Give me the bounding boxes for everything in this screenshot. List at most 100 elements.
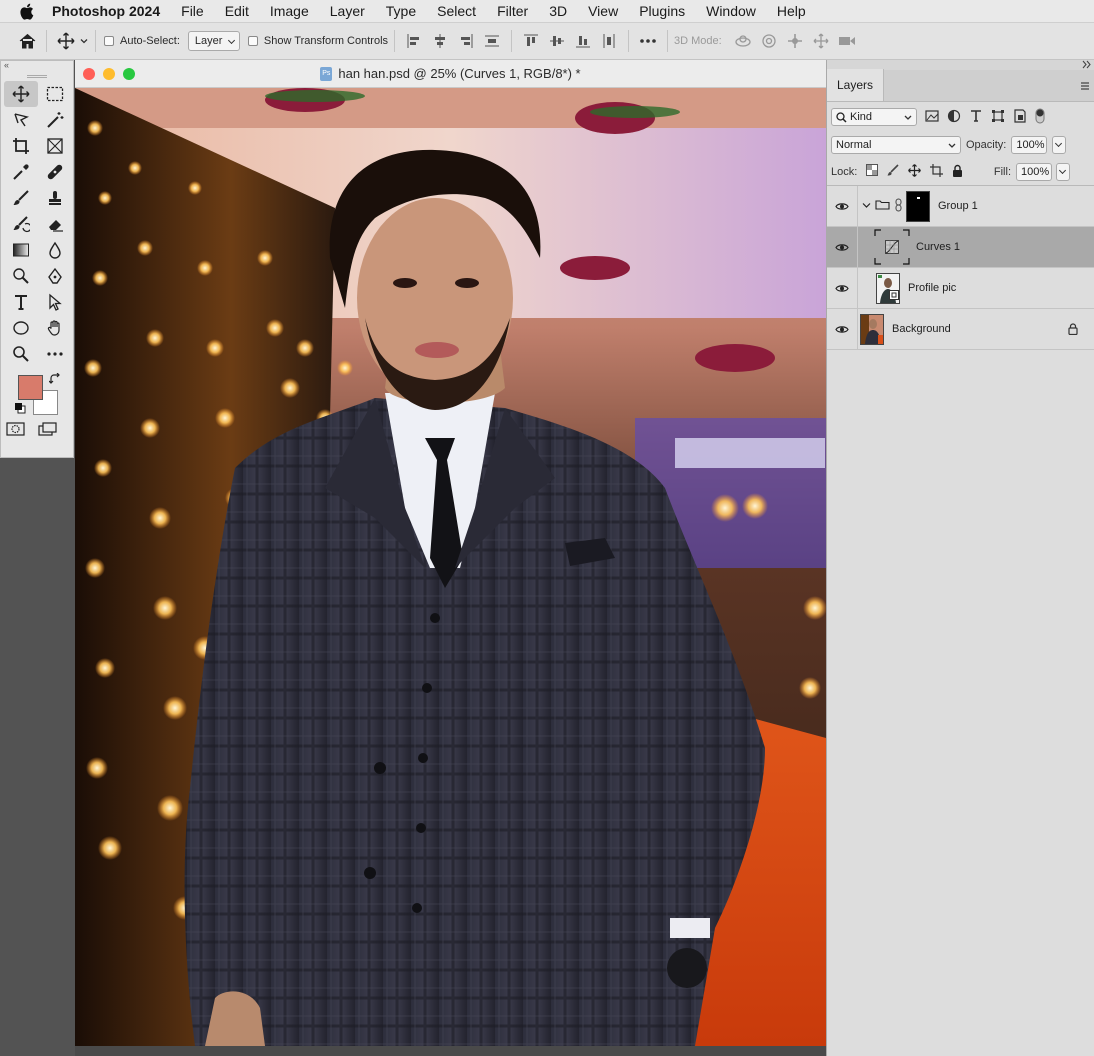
ellipse-tool-icon[interactable]: [4, 315, 38, 341]
brush-tool-icon[interactable]: [4, 185, 38, 211]
more-options-icon[interactable]: [635, 28, 661, 54]
home-icon[interactable]: [14, 28, 40, 54]
menu-layer[interactable]: Layer: [330, 3, 365, 19]
layer-name[interactable]: Background: [892, 323, 951, 335]
distribute-vertical-icon[interactable]: [479, 28, 505, 54]
lock-position-icon[interactable]: [908, 163, 922, 180]
lasso-tool-icon[interactable]: [4, 107, 38, 133]
dodge-tool-icon[interactable]: [4, 263, 38, 289]
healing-brush-icon[interactable]: [38, 159, 72, 185]
swap-colors-icon[interactable]: [48, 372, 61, 388]
menu-select[interactable]: Select: [437, 3, 476, 19]
menu-plugins[interactable]: Plugins: [639, 3, 685, 19]
panel-menu-icon[interactable]: [1080, 80, 1090, 94]
align-vertical-centers-icon[interactable]: [544, 28, 570, 54]
lock-transparent-pixels-icon[interactable]: [866, 164, 879, 179]
blur-tool-icon[interactable]: [38, 237, 72, 263]
distribute-horizontal-icon[interactable]: [596, 28, 622, 54]
canvas[interactable]: [75, 88, 826, 1046]
fill-input[interactable]: 100%: [1016, 162, 1052, 181]
filter-toggle-switch[interactable]: [1035, 108, 1045, 127]
visibility-eye-icon[interactable]: [827, 325, 857, 334]
clone-stamp-icon[interactable]: [38, 185, 72, 211]
align-bottom-edges-icon[interactable]: [570, 28, 596, 54]
crop-tool-icon[interactable]: [4, 133, 38, 159]
layer-row-group-1[interactable]: Group 1: [827, 185, 1094, 227]
menu-filter[interactable]: Filter: [497, 3, 528, 19]
3d-orbit-icon[interactable]: [730, 28, 756, 54]
auto-select-checkbox[interactable]: [104, 36, 114, 46]
background-thumbnail[interactable]: [860, 313, 884, 345]
eyedropper-icon[interactable]: [4, 159, 38, 185]
visibility-eye-icon[interactable]: [827, 243, 857, 252]
menu-type[interactable]: Type: [386, 3, 416, 19]
visibility-eye-icon[interactable]: [827, 202, 857, 211]
3d-slide-icon[interactable]: [808, 28, 834, 54]
tab-layers[interactable]: Layers: [827, 69, 885, 101]
lock-artboard-icon[interactable]: [930, 163, 944, 180]
mask-link-icon[interactable]: [895, 198, 902, 215]
toolbar-collapse-icon[interactable]: «: [1, 61, 73, 71]
align-top-edges-icon[interactable]: [518, 28, 544, 54]
move-tool-icon[interactable]: [4, 81, 38, 107]
show-transform-checkbox[interactable]: [247, 36, 258, 46]
tool-preset-chevron-icon[interactable]: [79, 38, 89, 44]
filter-kind-select[interactable]: Kind: [831, 108, 917, 126]
group-expand-chevron-icon[interactable]: [862, 200, 871, 212]
layer-name[interactable]: Curves 1: [916, 241, 960, 253]
apple-icon[interactable]: [16, 1, 36, 21]
menu-help[interactable]: Help: [777, 3, 806, 19]
3d-pan-icon[interactable]: [782, 28, 808, 54]
toolbar-grip[interactable]: [1, 71, 73, 81]
type-tool-icon[interactable]: [4, 289, 38, 315]
opacity-input[interactable]: 100%: [1011, 136, 1048, 154]
layer-name[interactable]: Group 1: [938, 200, 978, 212]
hand-tool-icon[interactable]: [38, 315, 72, 341]
gradient-tool-icon[interactable]: [4, 237, 38, 263]
align-left-edges-icon[interactable]: [401, 28, 427, 54]
menu-3d[interactable]: 3D: [549, 3, 567, 19]
auto-select-target-select[interactable]: Layer: [187, 31, 240, 51]
group-mask-thumbnail[interactable]: [906, 190, 930, 222]
move-tool-preset-icon[interactable]: [53, 28, 79, 54]
layer-row-profile-pic[interactable]: Profile pic: [827, 267, 1094, 309]
history-brush-icon[interactable]: [4, 211, 38, 237]
edit-toolbar-icon[interactable]: [38, 341, 72, 367]
eraser-tool-icon[interactable]: [38, 211, 72, 237]
path-selection-icon[interactable]: [38, 289, 72, 315]
3d-roll-icon[interactable]: [756, 28, 782, 54]
fill-slider-toggle[interactable]: [1056, 162, 1070, 181]
pen-tool-icon[interactable]: [38, 263, 72, 289]
3d-camera-icon[interactable]: [834, 28, 860, 54]
menu-window[interactable]: Window: [706, 3, 756, 19]
opacity-slider-toggle[interactable]: [1052, 136, 1067, 154]
document-titlebar[interactable]: Ps han han.psd @ 25% (Curves 1, RGB/8*) …: [75, 60, 826, 88]
filter-shape-layers-icon[interactable]: [991, 109, 1005, 126]
app-name-menu[interactable]: Photoshop 2024: [52, 3, 160, 19]
filter-type-layers-icon[interactable]: [969, 109, 983, 126]
align-right-edges-icon[interactable]: [453, 28, 479, 54]
blend-mode-select[interactable]: Normal: [831, 136, 961, 154]
frame-tool-icon[interactable]: [38, 133, 72, 159]
foreground-color-swatch[interactable]: [18, 375, 43, 400]
filter-pixel-layers-icon[interactable]: [925, 109, 939, 125]
layer-row-curves-1[interactable]: Curves 1: [827, 226, 1094, 268]
rectangular-marquee-icon[interactable]: [38, 81, 72, 107]
visibility-eye-icon[interactable]: [827, 284, 857, 293]
quick-mask-icon[interactable]: [6, 421, 26, 440]
layer-name[interactable]: Profile pic: [908, 282, 956, 294]
lock-all-icon[interactable]: [952, 164, 963, 180]
filter-adjustment-layers-icon[interactable]: [947, 109, 961, 126]
menu-file[interactable]: File: [181, 3, 204, 19]
menu-view[interactable]: View: [588, 3, 618, 19]
screen-mode-icon[interactable]: [38, 421, 58, 440]
magic-wand-icon[interactable]: [38, 107, 72, 133]
menu-edit[interactable]: Edit: [225, 3, 249, 19]
lock-image-pixels-icon[interactable]: [887, 164, 899, 179]
curves-adjustment-thumbnail[interactable]: [874, 229, 910, 265]
align-horizontal-centers-icon[interactable]: [427, 28, 453, 54]
menu-image[interactable]: Image: [270, 3, 309, 19]
zoom-tool-icon[interactable]: [4, 341, 38, 367]
profile-pic-thumbnail[interactable]: [876, 272, 900, 304]
filter-smart-object-icon[interactable]: [1013, 108, 1027, 126]
